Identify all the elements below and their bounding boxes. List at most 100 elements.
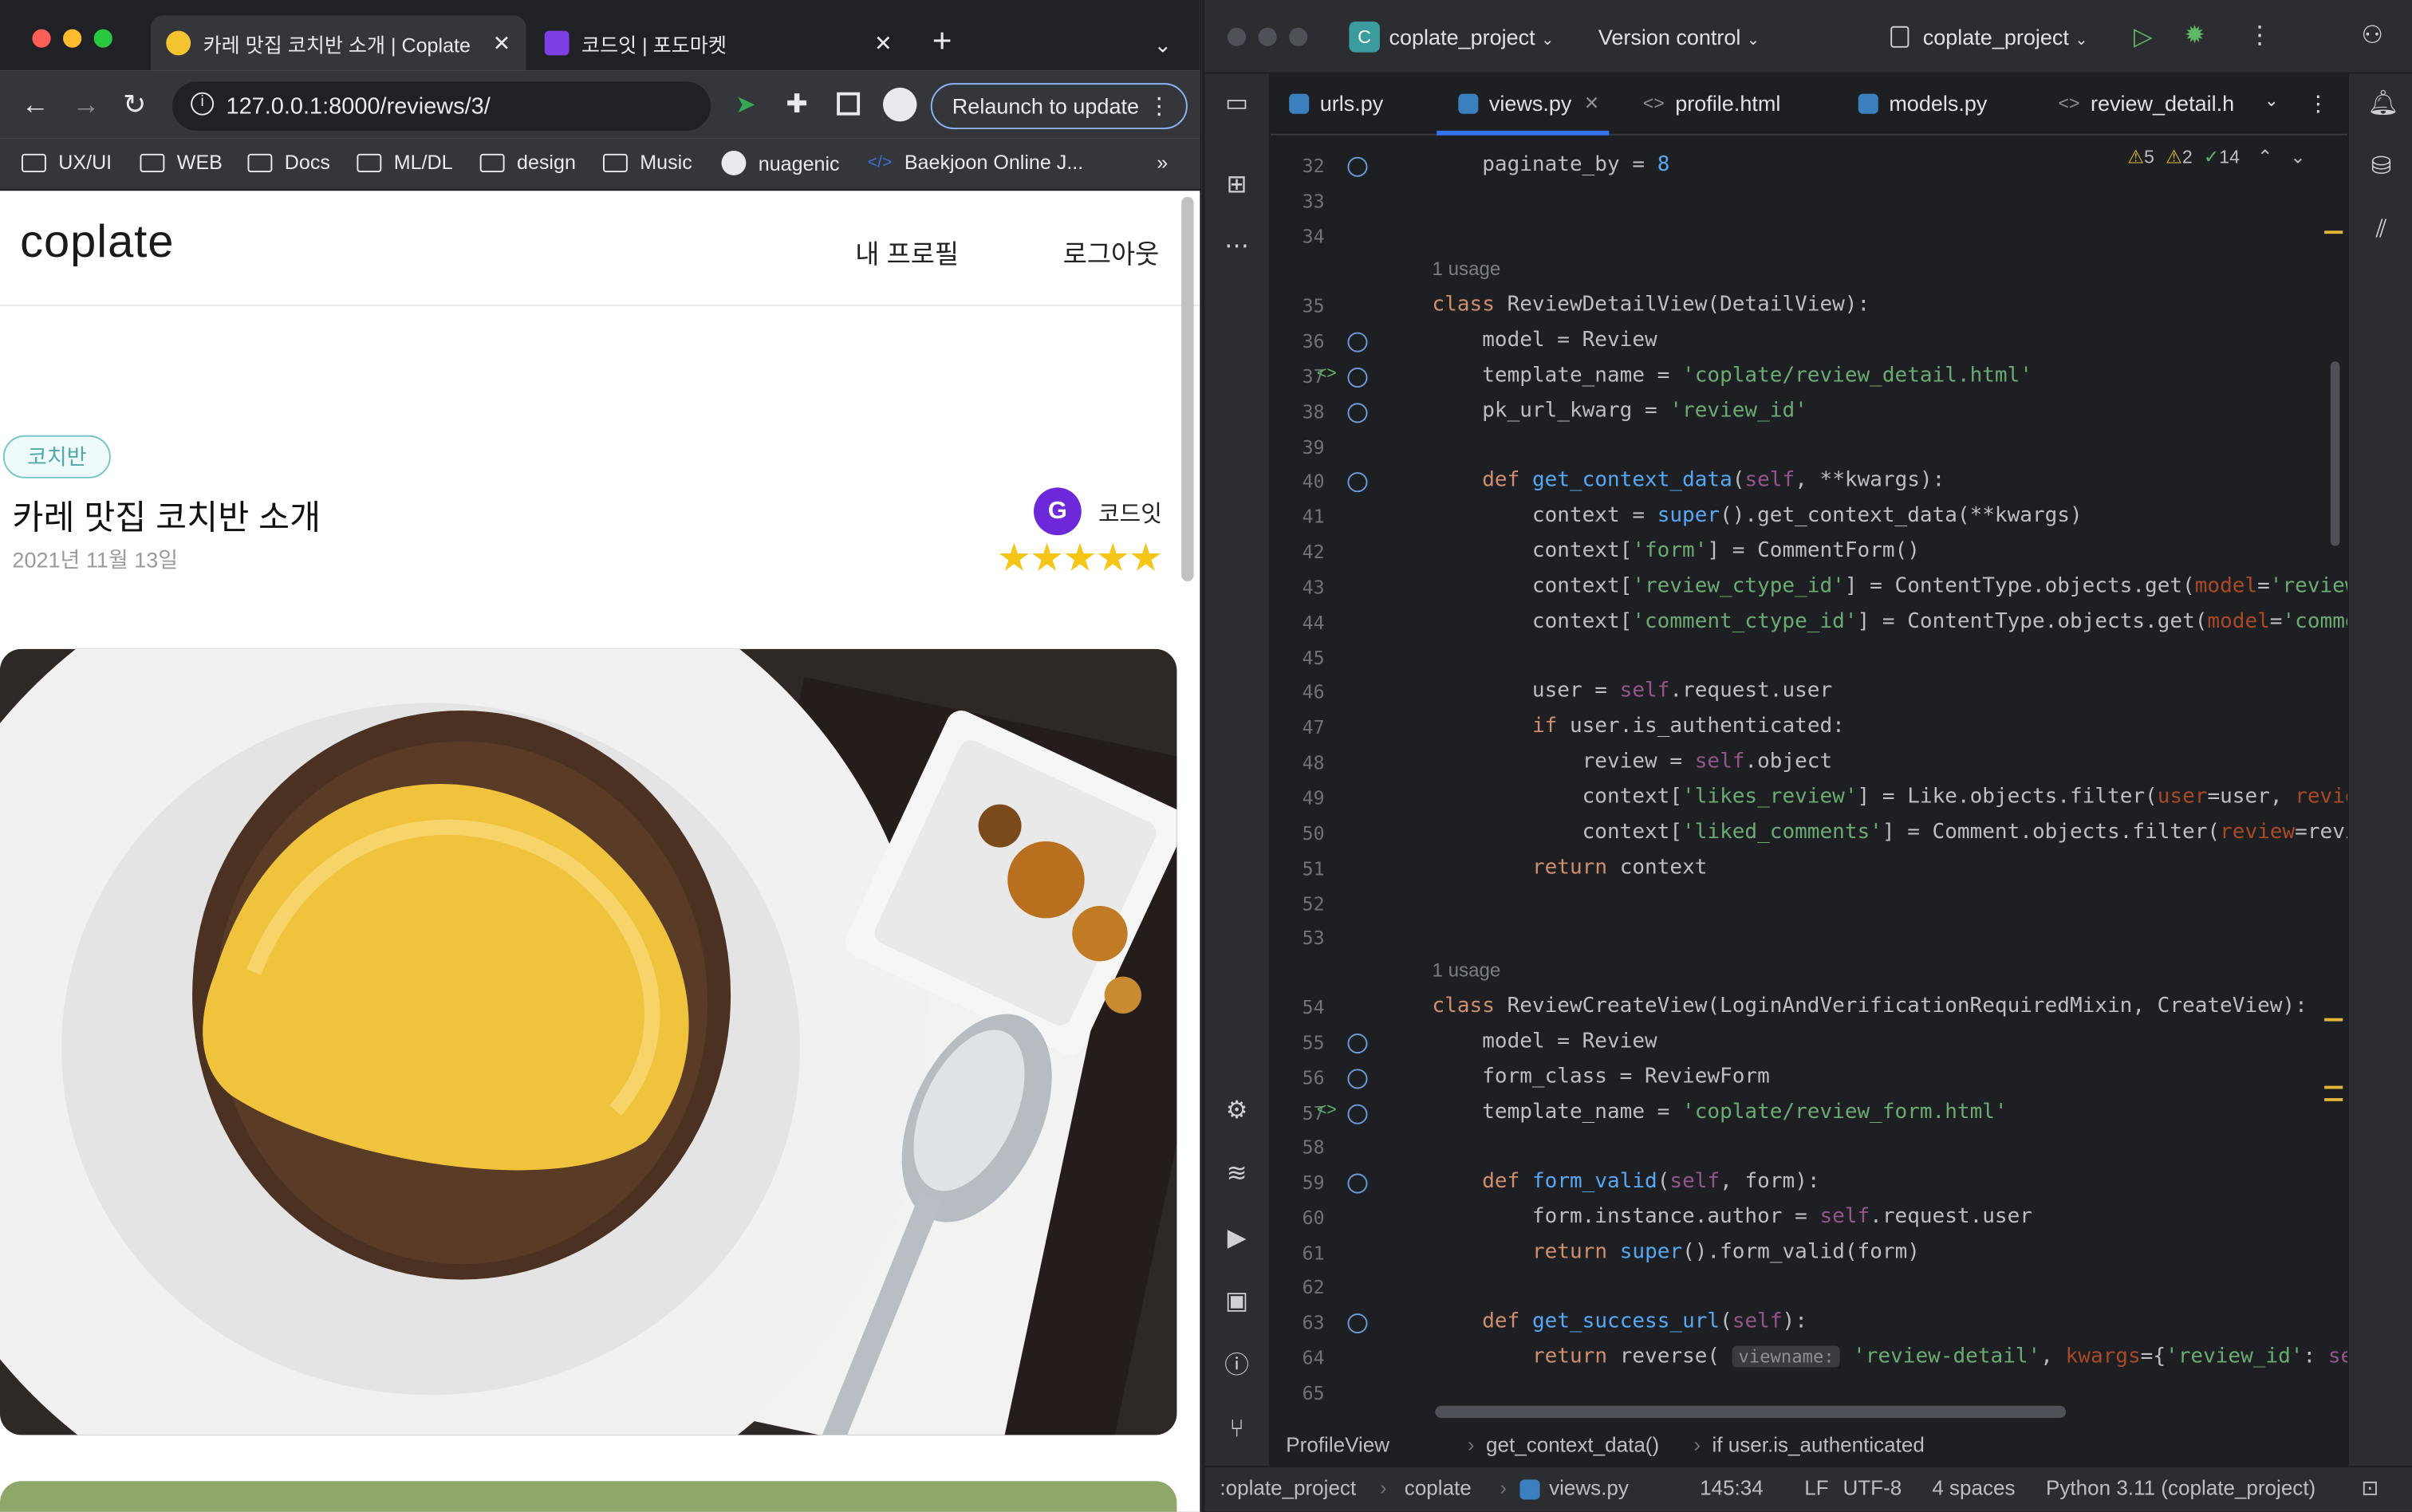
- code-editor[interactable]: paginate_by = 8 1 usage class ReviewDeta…: [1433, 136, 2348, 1404]
- caret-position[interactable]: 145:34: [1700, 1476, 1764, 1499]
- debug-icon[interactable]: ✹: [2185, 20, 2205, 51]
- template-link-icon[interactable]: <>: [1317, 364, 1337, 383]
- notifications-icon[interactable]: 🔔︎: [2367, 91, 2398, 119]
- structure-icon[interactable]: ⊞: [1223, 172, 1251, 200]
- editor-vertical-scrollbar[interactable]: [2330, 361, 2340, 546]
- template-link-icon[interactable]: <>: [1317, 1101, 1337, 1120]
- breadcrumb-item[interactable]: get_context_data(): [1486, 1433, 1659, 1456]
- curry-omurice-image: [0, 648, 1177, 1435]
- breadcrumb-item[interactable]: ProfileView: [1286, 1433, 1389, 1456]
- editor-tab-urls[interactable]: urls.py: [1289, 91, 1383, 116]
- forward-icon[interactable]: →: [73, 91, 100, 119]
- override-marker-icon[interactable]: [1347, 156, 1368, 177]
- back-icon[interactable]: ←: [22, 91, 49, 119]
- override-marker-icon[interactable]: [1347, 1313, 1368, 1334]
- folder-icon: [140, 152, 165, 172]
- status-path-project[interactable]: :oplate_project: [1220, 1476, 1356, 1499]
- maximize-window-button[interactable]: [93, 29, 112, 48]
- nav-logout-link[interactable]: 로그아웃: [1063, 232, 1160, 270]
- browser-tab-codeit[interactable]: 코드잇 | 포도마켓 ✕: [529, 15, 907, 70]
- site-info-icon[interactable]: i: [191, 92, 215, 116]
- more-actions-icon[interactable]: ⋮: [2248, 20, 2272, 51]
- usage-hint[interactable]: 1 usage: [1433, 959, 1501, 981]
- author-name[interactable]: 코드잇: [1098, 497, 1162, 530]
- tab-search-chevron-icon[interactable]: ⌄: [1153, 31, 1172, 59]
- bookmark-folder-music[interactable]: Music: [603, 151, 692, 174]
- override-marker-icon[interactable]: [1347, 403, 1368, 423]
- run-config-widget[interactable]: coplate_project ⌄: [1923, 25, 2088, 49]
- more-menu-icon[interactable]: ⋮: [1148, 93, 1171, 120]
- override-marker-icon[interactable]: [1347, 1173, 1368, 1194]
- editor-tab-profile-html[interactable]: <> profile.html: [1643, 91, 1781, 116]
- extension-send-icon[interactable]: ➤: [735, 93, 756, 120]
- profiler-icon[interactable]: ⫽: [2367, 217, 2395, 245]
- git-icon[interactable]: ⑂: [1223, 1416, 1251, 1444]
- close-window-button[interactable]: [32, 29, 51, 48]
- tabs-dropdown-icon[interactable]: ⌄: [2264, 91, 2279, 111]
- bookmark-nuagenic[interactable]: nuagenic: [721, 151, 840, 175]
- run-services-icon[interactable]: ▶: [1223, 1226, 1251, 1254]
- relaunch-button[interactable]: Relaunch to update ⋮: [930, 83, 1188, 130]
- lock-icon[interactable]: ⊡: [2361, 1476, 2378, 1501]
- account-icon[interactable]: ⚇: [2361, 20, 2383, 51]
- layers-icon[interactable]: ≋: [1223, 1161, 1251, 1189]
- vcs-widget[interactable]: Version control ⌄: [1598, 25, 1760, 49]
- warning-stripe[interactable]: [2324, 230, 2343, 234]
- python-interpreter[interactable]: Python 3.11 (coplate_project): [2046, 1476, 2315, 1499]
- close-tab-icon[interactable]: ✕: [874, 30, 893, 57]
- tab-options-icon[interactable]: ⋮: [2308, 91, 2329, 117]
- extensions-puzzle-icon[interactable]: ✚: [786, 90, 808, 119]
- reload-icon[interactable]: ↻: [123, 91, 146, 119]
- minimize-window-button[interactable]: [63, 29, 82, 48]
- page-scrollbar[interactable]: [1181, 196, 1194, 582]
- override-marker-icon[interactable]: [1347, 1069, 1368, 1089]
- author-avatar[interactable]: G: [1034, 487, 1082, 536]
- database-icon[interactable]: ⛁: [2367, 154, 2395, 182]
- override-marker-icon[interactable]: [1347, 332, 1368, 352]
- project-folder-icon[interactable]: ▭: [1223, 91, 1251, 119]
- minimize-window-button[interactable]: [1258, 27, 1277, 46]
- side-panel-icon[interactable]: [837, 92, 861, 116]
- python-packages-icon[interactable]: ⚙: [1223, 1098, 1251, 1126]
- breadcrumb-item[interactable]: if user.is_authenticated: [1712, 1433, 1925, 1456]
- status-path-folder[interactable]: coplate: [1405, 1476, 1472, 1499]
- run-icon[interactable]: ▷: [2134, 22, 2153, 53]
- warning-stripe[interactable]: [2324, 1018, 2343, 1022]
- override-marker-icon[interactable]: [1347, 1034, 1368, 1054]
- editor-horizontal-scrollbar[interactable]: [1435, 1405, 2067, 1419]
- more-tools-icon[interactable]: ⋯: [1223, 234, 1251, 262]
- file-encoding[interactable]: UTF-8: [1843, 1476, 1902, 1499]
- problems-icon[interactable]: ⓘ: [1223, 1353, 1251, 1381]
- bookmarks-overflow-button[interactable]: »: [1157, 151, 1168, 174]
- usage-hint[interactable]: 1 usage: [1433, 258, 1501, 280]
- browser-tab-coplate[interactable]: 카레 맛집 코치반 소개 | Coplate ✕: [151, 15, 526, 71]
- address-bar[interactable]: i 127.0.0.1:8000/reviews/3/: [172, 81, 711, 131]
- bookmark-folder-uxui[interactable]: UX/UI: [22, 151, 112, 174]
- nav-my-profile-link[interactable]: 내 프로필: [855, 232, 959, 270]
- maximize-window-button[interactable]: [1289, 27, 1308, 46]
- editor-tab-views[interactable]: views.py ✕: [1458, 91, 1599, 116]
- bookmark-folder-web[interactable]: WEB: [140, 151, 223, 174]
- override-marker-icon[interactable]: [1347, 367, 1368, 388]
- indent-setting[interactable]: 4 spaces: [1932, 1476, 2015, 1499]
- review-tag[interactable]: 코치반: [2, 435, 111, 478]
- coplate-logo[interactable]: coplate: [20, 217, 174, 270]
- new-tab-icon[interactable]: +: [932, 24, 952, 57]
- profile-avatar-icon[interactable]: [883, 87, 917, 122]
- bookmark-folder-mldl[interactable]: ML/DL: [357, 151, 453, 174]
- close-tab-icon[interactable]: ✕: [493, 30, 511, 57]
- status-path-file[interactable]: views.py: [1549, 1476, 1629, 1499]
- override-marker-icon[interactable]: [1347, 472, 1368, 493]
- bookmark-baekjoon[interactable]: </> Baekjoon Online J...: [868, 151, 1084, 174]
- bookmark-folder-design[interactable]: design: [479, 151, 576, 174]
- warning-stripe[interactable]: [2324, 1085, 2343, 1101]
- editor-tab-models[interactable]: models.py: [1858, 91, 1987, 116]
- project-widget[interactable]: coplate_project ⌄: [1389, 25, 1555, 49]
- override-marker-icon[interactable]: [1347, 1104, 1368, 1124]
- close-tab-icon[interactable]: ✕: [1584, 93, 1599, 114]
- close-window-button[interactable]: [1228, 27, 1247, 46]
- line-separator[interactable]: LF: [1804, 1476, 1828, 1499]
- editor-tab-review-detail[interactable]: <> review_detail.h: [2058, 91, 2234, 116]
- terminal-icon[interactable]: ▣: [1223, 1289, 1251, 1317]
- bookmark-folder-docs[interactable]: Docs: [247, 151, 330, 174]
